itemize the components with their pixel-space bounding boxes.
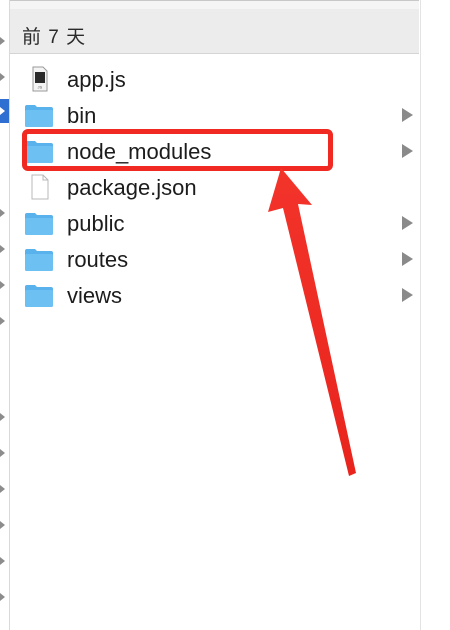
- annotation-arrow-icon: [268, 168, 356, 476]
